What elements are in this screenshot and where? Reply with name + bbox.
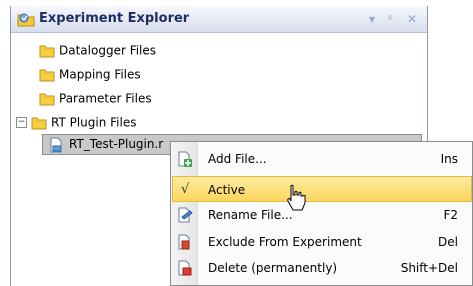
tree-item-label: RT Plugin Files	[51, 115, 137, 130]
mouse-cursor-icon	[287, 184, 306, 211]
tree-item-rt-plugin-files[interactable]: RT Plugin Files	[31, 112, 137, 132]
panel-title: Experiment Explorer	[39, 11, 190, 26]
panel-dropdown-button[interactable]: ▾	[369, 12, 375, 26]
context-menu: Add File... Ins √ Active Rename File... …	[170, 141, 473, 286]
panel-titlebar: Experiment Explorer ▾ ᵖ ✕	[11, 6, 427, 33]
menu-item-label: Add File...	[208, 152, 267, 166]
folder-icon	[39, 93, 55, 105]
menu-item-label: Rename File...	[208, 208, 293, 222]
folder-icon	[39, 45, 55, 57]
menu-item-delete-permanently[interactable]: Delete (permanently) Shift+Del	[172, 255, 472, 281]
folder-icon	[31, 117, 47, 129]
pin-button[interactable]: ᵖ	[388, 12, 393, 26]
menu-item-label: Delete (permanently)	[208, 261, 338, 275]
tree-item-label: Parameter Files	[59, 91, 152, 106]
menu-item-label: Exclude From Experiment	[208, 235, 362, 249]
menu-item-active[interactable]: √ Active	[172, 176, 472, 202]
add-file-icon	[178, 151, 192, 167]
folder-icon	[39, 69, 55, 81]
menu-item-add-file[interactable]: Add File... Ins	[172, 146, 472, 172]
menu-item-rename-file[interactable]: Rename File... F2	[172, 202, 472, 228]
plugin-file-icon	[50, 137, 62, 153]
delete-icon	[178, 260, 192, 276]
tree-item-label: Mapping Files	[59, 67, 141, 82]
checkmark-icon: √	[181, 182, 190, 197]
menu-item-exclude-from-experiment[interactable]: Exclude From Experiment Del	[172, 229, 472, 255]
tree-item-mapping-files[interactable]: Mapping Files	[39, 64, 141, 84]
tree-item-datalogger-files[interactable]: Datalogger Files	[39, 40, 156, 60]
exclude-icon	[178, 234, 190, 250]
menu-item-shortcut: Shift+Del	[400, 261, 458, 275]
tree-item-label: RT_Test-Plugin.r	[69, 137, 164, 151]
close-panel-button[interactable]: ✕	[407, 12, 417, 26]
menu-item-shortcut: F2	[443, 208, 458, 222]
rename-icon	[178, 207, 193, 223]
menu-item-shortcut: Ins	[440, 152, 458, 166]
menu-item-shortcut: Del	[438, 235, 458, 249]
collapse-toggle[interactable]: −	[16, 117, 27, 128]
menu-item-label: Active	[208, 183, 246, 197]
tree-item-label: Datalogger Files	[59, 43, 157, 58]
tree-item-parameter-files[interactable]: Parameter Files	[39, 88, 152, 108]
explorer-icon	[17, 13, 35, 27]
